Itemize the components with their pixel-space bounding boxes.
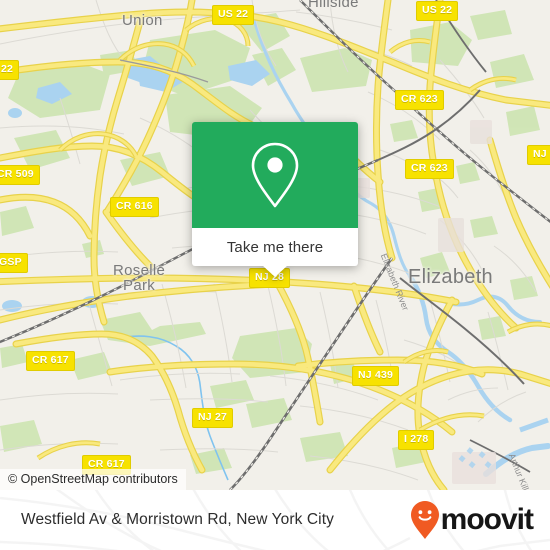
popup-tail-pointer xyxy=(262,265,288,277)
road-shield-cr-623-b: CR 623 xyxy=(405,159,454,179)
location-pin-icon xyxy=(251,142,299,208)
footer-bar: Westfield Av & Morristown Rd, New York C… xyxy=(0,490,550,550)
destination-popup[interactable]: Take me there xyxy=(192,122,358,277)
popup-action-bar[interactable]: Take me there xyxy=(192,228,358,266)
moovit-brand-logo[interactable]: moovit xyxy=(410,500,534,540)
map-screenshot: Union Hillside Elizabeth Roselle Park Eli… xyxy=(0,0,550,550)
map-canvas[interactable]: Union Hillside Elizabeth Roselle Park Eli… xyxy=(0,0,550,490)
road-shield-gsp: GSP xyxy=(0,253,28,273)
road-shield-cr-617-a: CR 617 xyxy=(26,351,75,371)
road-shield-us-22-a: US 22 xyxy=(212,5,255,25)
road-shield-nj-8: NJ 8 xyxy=(527,145,550,165)
road-shield-us-22-b: US 22 xyxy=(416,1,459,21)
moovit-wordmark: moovit xyxy=(440,503,534,536)
road-shield-nj-27: NJ 27 xyxy=(192,408,234,428)
road-shield-cr-509: CR 509 xyxy=(0,165,40,185)
road-shield-nj-439: NJ 439 xyxy=(352,366,400,386)
road-shield-cr-623-a: CR 623 xyxy=(395,90,444,110)
road-shield-22: 22 xyxy=(0,60,20,80)
road-shield-cr-616: CR 616 xyxy=(110,197,159,217)
road-shield-i-278: I 278 xyxy=(398,430,435,450)
take-me-there-label[interactable]: Take me there xyxy=(227,239,323,256)
moovit-smiley-pin-icon xyxy=(410,501,439,539)
location-title: Westfield Av & Morristown Rd, New York C… xyxy=(21,511,334,528)
popup-pin-panel xyxy=(192,122,358,228)
osm-attribution[interactable]: © OpenStreetMap contributors xyxy=(0,469,186,490)
